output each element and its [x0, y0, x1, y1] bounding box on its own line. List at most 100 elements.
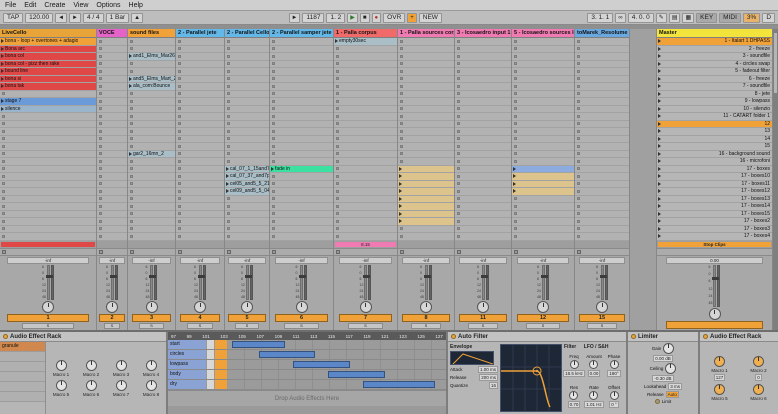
empty-clip-slot[interactable]: [176, 98, 224, 106]
track-header[interactable]: 1 - Palla corpus: [334, 29, 397, 38]
empty-clip-slot[interactable]: [270, 218, 333, 226]
empty-clip-slot[interactable]: [97, 106, 127, 114]
empty-clip-slot[interactable]: [512, 151, 574, 159]
device-on-led[interactable]: [631, 334, 636, 339]
track-header[interactable]: sound files: [128, 29, 175, 38]
empty-clip-slot[interactable]: [512, 38, 574, 46]
empty-clip-slot[interactable]: [225, 211, 269, 219]
track-volume-fader[interactable]: 606122448: [575, 265, 629, 301]
clip-slot[interactable]: cel05_and5_5_21: [225, 181, 269, 189]
chain-volume-box[interactable]: [206, 380, 215, 389]
ceiling-knob[interactable]: [665, 363, 676, 374]
empty-clip-slot[interactable]: [455, 218, 511, 226]
clip-slot[interactable]: empty30sec: [334, 38, 397, 46]
release-auto-button[interactable]: Auto: [666, 391, 679, 398]
fader-handle[interactable]: [149, 275, 156, 278]
chain-pan-box[interactable]: [215, 370, 228, 379]
clip-slot[interactable]: [512, 173, 574, 181]
track-stop-button[interactable]: [178, 250, 182, 254]
scene-slot[interactable]: 17 - boxes: [657, 166, 772, 174]
empty-clip-slot[interactable]: [575, 211, 629, 219]
track-activator-button[interactable]: 3: [132, 314, 172, 322]
scene-slot[interactable]: 17 - boxes12: [657, 188, 772, 196]
empty-clip-slot[interactable]: [398, 76, 454, 84]
solo-button[interactable]: S: [526, 323, 560, 329]
empty-clip-slot[interactable]: [575, 218, 629, 226]
capture-new-button[interactable]: NEW: [419, 13, 442, 23]
track-pan-knob[interactable]: [360, 301, 372, 313]
empty-clip-slot[interactable]: [97, 121, 127, 129]
empty-clip-slot[interactable]: [128, 113, 175, 121]
track-volume-fader[interactable]: 606122448: [225, 265, 269, 301]
empty-clip-slot[interactable]: [455, 166, 511, 174]
empty-clip-slot[interactable]: [97, 113, 127, 121]
track-stop-button[interactable]: [130, 250, 134, 254]
solo-button[interactable]: S: [104, 323, 121, 329]
empty-clip-slot[interactable]: [334, 136, 397, 144]
rack-chain-row[interactable]: dry: [168, 380, 446, 390]
track-volume-fader[interactable]: 606122448: [398, 265, 454, 301]
empty-clip-slot[interactable]: [575, 158, 629, 166]
macro-knob-dial[interactable]: [56, 360, 67, 371]
empty-clip-slot[interactable]: [128, 203, 175, 211]
track-stop-button[interactable]: [99, 250, 103, 254]
empty-clip-slot[interactable]: [270, 128, 333, 136]
fader-handle[interactable]: [198, 275, 205, 278]
clip-slot[interactable]: [398, 211, 454, 219]
lfo-rate-knob[interactable]: [589, 391, 598, 400]
empty-clip-slot[interactable]: [398, 83, 454, 91]
empty-clip-slot[interactable]: [225, 76, 269, 84]
empty-clip-slot[interactable]: [225, 46, 269, 54]
master-track-header[interactable]: Master: [657, 29, 772, 38]
track-pan-knob[interactable]: [477, 301, 489, 313]
empty-clip-slot[interactable]: [575, 106, 629, 114]
empty-clip-slot[interactable]: [334, 76, 397, 84]
empty-clip-slot[interactable]: [270, 196, 333, 204]
clip-slot[interactable]: [398, 196, 454, 204]
track-pan-knob[interactable]: [194, 301, 206, 313]
empty-clip-slot[interactable]: [176, 113, 224, 121]
empty-clip-slot[interactable]: [512, 113, 574, 121]
track-pan-knob[interactable]: [106, 301, 118, 313]
empty-clip-slot[interactable]: [176, 211, 224, 219]
empty-clip-slot[interactable]: [270, 151, 333, 159]
empty-clip-slot[interactable]: [455, 46, 511, 54]
empty-clip-slot[interactable]: [334, 211, 397, 219]
device-title-bar[interactable]: Audio Effect Rack: [700, 332, 778, 342]
empty-clip-slot[interactable]: [398, 91, 454, 99]
empty-clip-slot[interactable]: [128, 121, 175, 129]
fader-handle[interactable]: [299, 275, 306, 278]
macro-knob[interactable]: Macro 1127: [711, 356, 727, 381]
menu-item-help[interactable]: Help: [129, 2, 143, 9]
empty-clip-slot[interactable]: [176, 61, 224, 69]
empty-clip-slot[interactable]: [128, 98, 175, 106]
empty-clip-slot[interactable]: [128, 106, 175, 114]
empty-clip-slot[interactable]: [398, 151, 454, 159]
empty-clip-slot[interactable]: [128, 196, 175, 204]
empty-clip-slot[interactable]: [512, 76, 574, 84]
menu-item-options[interactable]: Options: [96, 2, 120, 9]
empty-clip-slot[interactable]: [0, 166, 96, 174]
empty-clip-slot[interactable]: [0, 121, 96, 129]
scene-slot[interactable]: 6 - freeze: [657, 76, 772, 84]
empty-clip-slot[interactable]: [176, 166, 224, 174]
empty-clip-slot[interactable]: [128, 218, 175, 226]
track-activator-button[interactable]: 4: [180, 314, 221, 322]
empty-clip-slot[interactable]: [512, 53, 574, 61]
release-value[interactable]: 200 ms: [479, 374, 498, 381]
rack-chain-row[interactable]: body: [168, 370, 446, 380]
macro-knob[interactable]: Macro 5: [46, 380, 76, 397]
empty-clip-slot[interactable]: [455, 188, 511, 196]
empty-clip-slot[interactable]: [128, 173, 175, 181]
empty-clip-slot[interactable]: [97, 91, 127, 99]
empty-clip-slot[interactable]: [176, 68, 224, 76]
chain-pan-box[interactable]: [215, 340, 228, 349]
empty-clip-slot[interactable]: [225, 226, 269, 234]
empty-clip-slot[interactable]: [0, 143, 96, 151]
empty-clip-slot[interactable]: [455, 173, 511, 181]
empty-clip-slot[interactable]: [270, 181, 333, 189]
fader-handle[interactable]: [46, 275, 53, 278]
empty-clip-slot[interactable]: [97, 218, 127, 226]
scene-slot[interactable]: 11 - CATART folder 1: [657, 113, 772, 121]
empty-clip-slot[interactable]: [398, 61, 454, 69]
